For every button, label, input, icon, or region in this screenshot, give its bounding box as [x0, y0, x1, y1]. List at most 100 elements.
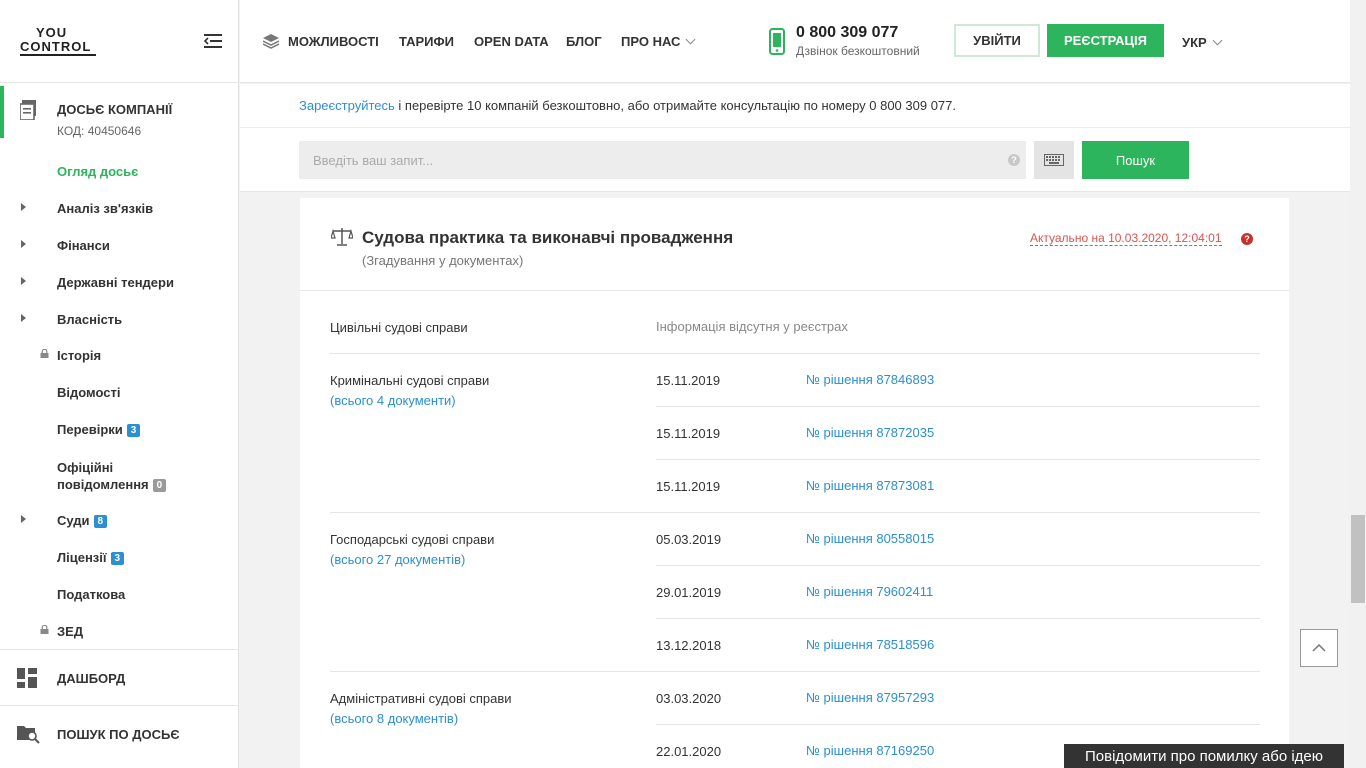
register-link[interactable]: Зареєструйтесь	[299, 98, 395, 113]
divider	[330, 353, 1260, 354]
dashboard-link[interactable]: ДАШБОРД	[57, 671, 125, 686]
administrative-docs-link[interactable]: (всього 8 документів)	[330, 711, 458, 726]
search-bar: ? Пошук	[240, 128, 1350, 192]
category-criminal: Кримінальні судові справи	[330, 373, 490, 388]
decision-date: 13.12.2018	[656, 638, 722, 653]
divider	[656, 618, 1260, 619]
count-badge: 0	[152, 479, 167, 492]
sidebar-item-finance[interactable]: Фінанси	[57, 238, 110, 253]
divider	[0, 649, 239, 650]
expand-arrow-icon[interactable]	[21, 203, 26, 211]
dossier-title: ДОСЬЄ КОМПАНІЇ	[57, 102, 173, 117]
nav-open-data[interactable]: OPEN DATA	[474, 34, 549, 49]
divider	[0, 705, 239, 706]
dossier-header[interactable]: ДОСЬЄ КОМПАНІЇ КОД: 40450646	[0, 86, 239, 138]
phone-icon	[769, 28, 785, 55]
divider	[656, 724, 1260, 725]
sidebar-item-links-analysis[interactable]: Аналіз зв'язків	[57, 201, 153, 216]
keyboard-icon	[1044, 154, 1064, 166]
decision-link[interactable]: № рішення 87846893	[806, 372, 934, 387]
decision-link[interactable]: № рішення 79602411	[806, 584, 933, 599]
top-header: МОЖЛИВОСТІ ТАРИФИ OPEN DATA БЛОГ ПРО НАС…	[240, 0, 1350, 83]
chevron-up-icon	[1312, 644, 1326, 652]
info-bar: Зареєструйтесь і перевірте 10 компаній б…	[240, 84, 1350, 128]
chevron-down-icon	[685, 34, 696, 45]
expand-arrow-icon[interactable]	[21, 277, 26, 285]
sidebar-item-courts[interactable]: Суди 8	[57, 513, 108, 528]
count-badge: 3	[110, 552, 125, 565]
scrollbar-track[interactable]	[1350, 0, 1366, 768]
phone-caption: Дзвінок безкоштовний	[796, 44, 920, 58]
scrollbar-thumb[interactable]	[1351, 515, 1365, 603]
scales-icon	[331, 228, 353, 246]
nav-pricing[interactable]: ТАРИФИ	[399, 34, 454, 49]
court-practice-card: Судова практика та виконавчі провадження…	[300, 198, 1289, 768]
decision-link[interactable]: № рішення 78518596	[806, 637, 934, 652]
divider	[330, 671, 1260, 672]
keyboard-button[interactable]	[1034, 141, 1074, 179]
sidebar-item-overview[interactable]: Огляд досьє	[57, 164, 138, 179]
divider	[0, 82, 239, 83]
decision-date: 05.03.2019	[656, 532, 722, 547]
document-icon	[20, 100, 36, 120]
section-subtitle: (Згадування у документах)	[362, 253, 524, 268]
sidebar-item-official-notices[interactable]: Офіційні повідомлення 0	[57, 459, 167, 493]
sidebar-item-info[interactable]: Відомості	[57, 385, 120, 400]
expand-arrow-icon[interactable]	[21, 240, 26, 248]
divider	[656, 459, 1260, 460]
divider	[656, 406, 1260, 407]
help-icon[interactable]: ?	[1008, 154, 1020, 166]
lock-icon	[40, 625, 49, 634]
section-title: Судова практика та виконавчі провадження	[362, 228, 734, 247]
sidebar-item-history[interactable]: Історія	[57, 348, 101, 363]
decision-link[interactable]: № рішення 87872035	[806, 425, 934, 440]
search-dossier-link[interactable]: ПОШУК ПО ДОСЬЄ	[57, 727, 180, 742]
report-error-button[interactable]: Повідомити про помилку або ідею	[1064, 744, 1344, 768]
decision-link[interactable]: № рішення 87957293	[806, 690, 934, 705]
divider	[656, 565, 1260, 566]
count-badge: 8	[93, 515, 108, 528]
sidebar-item-licenses[interactable]: Ліцензії 3	[57, 550, 125, 565]
decision-date: 15.11.2019	[656, 426, 721, 441]
actuality-date[interactable]: Актуально на 10.03.2020, 12:04:01	[1030, 231, 1222, 246]
logo[interactable]: YOU CONTROL	[20, 26, 98, 56]
decision-date: 29.01.2019	[656, 585, 722, 600]
divider	[330, 512, 1260, 513]
search-button[interactable]: Пошук	[1082, 141, 1189, 179]
dashboard-icon	[17, 668, 37, 688]
language-select[interactable]: УКР	[1182, 35, 1223, 50]
sidebar-item-foreign-trade[interactable]: ЗЕД	[57, 624, 83, 639]
commercial-docs-link[interactable]: (всього 27 документів)	[330, 552, 465, 567]
login-button[interactable]: УВІЙТИ	[954, 24, 1040, 57]
count-badge: 3	[126, 424, 141, 437]
register-button[interactable]: РЕЄСТРАЦІЯ	[1047, 24, 1164, 57]
decision-date: 03.03.2020	[656, 691, 722, 706]
decision-date: 15.11.2019	[656, 373, 721, 388]
decision-link[interactable]: № рішення 87873081	[806, 478, 934, 493]
divider	[300, 290, 1289, 291]
sidebar-item-property[interactable]: Власність	[57, 312, 122, 327]
scroll-to-top-button[interactable]	[1300, 629, 1338, 667]
category-civil: Цивільні судові справи	[330, 320, 468, 335]
nav-about[interactable]: ПРО НАС	[621, 34, 696, 49]
lock-icon	[40, 349, 49, 358]
criminal-docs-link[interactable]: (всього 4 документи)	[330, 393, 456, 408]
search-input[interactable]	[299, 141, 1026, 179]
decision-date: 15.11.2019	[656, 479, 721, 494]
sidebar-item-inspections[interactable]: Перевірки 3	[57, 422, 141, 437]
decision-date: 22.01.2020	[656, 744, 722, 759]
expand-arrow-icon[interactable]	[21, 314, 26, 322]
sidebar-item-tax[interactable]: Податкова	[57, 587, 125, 602]
nav-blog[interactable]: БЛОГ	[566, 34, 602, 49]
help-icon[interactable]: ?	[1241, 233, 1253, 245]
nav-features[interactable]: МОЖЛИВОСТІ	[288, 34, 379, 49]
sidebar-item-tenders[interactable]: Державні тендери	[57, 275, 174, 290]
layers-icon	[263, 34, 279, 49]
category-commercial: Господарські судові справи	[330, 532, 495, 547]
expand-arrow-icon[interactable]	[21, 515, 26, 523]
collapse-menu-icon[interactable]	[204, 33, 222, 49]
phone-number[interactable]: 0 800 309 077	[796, 24, 898, 42]
folder-search-icon	[17, 726, 40, 744]
decision-link[interactable]: № рішення 87169250	[806, 743, 934, 758]
decision-link[interactable]: № рішення 80558015	[806, 531, 934, 546]
